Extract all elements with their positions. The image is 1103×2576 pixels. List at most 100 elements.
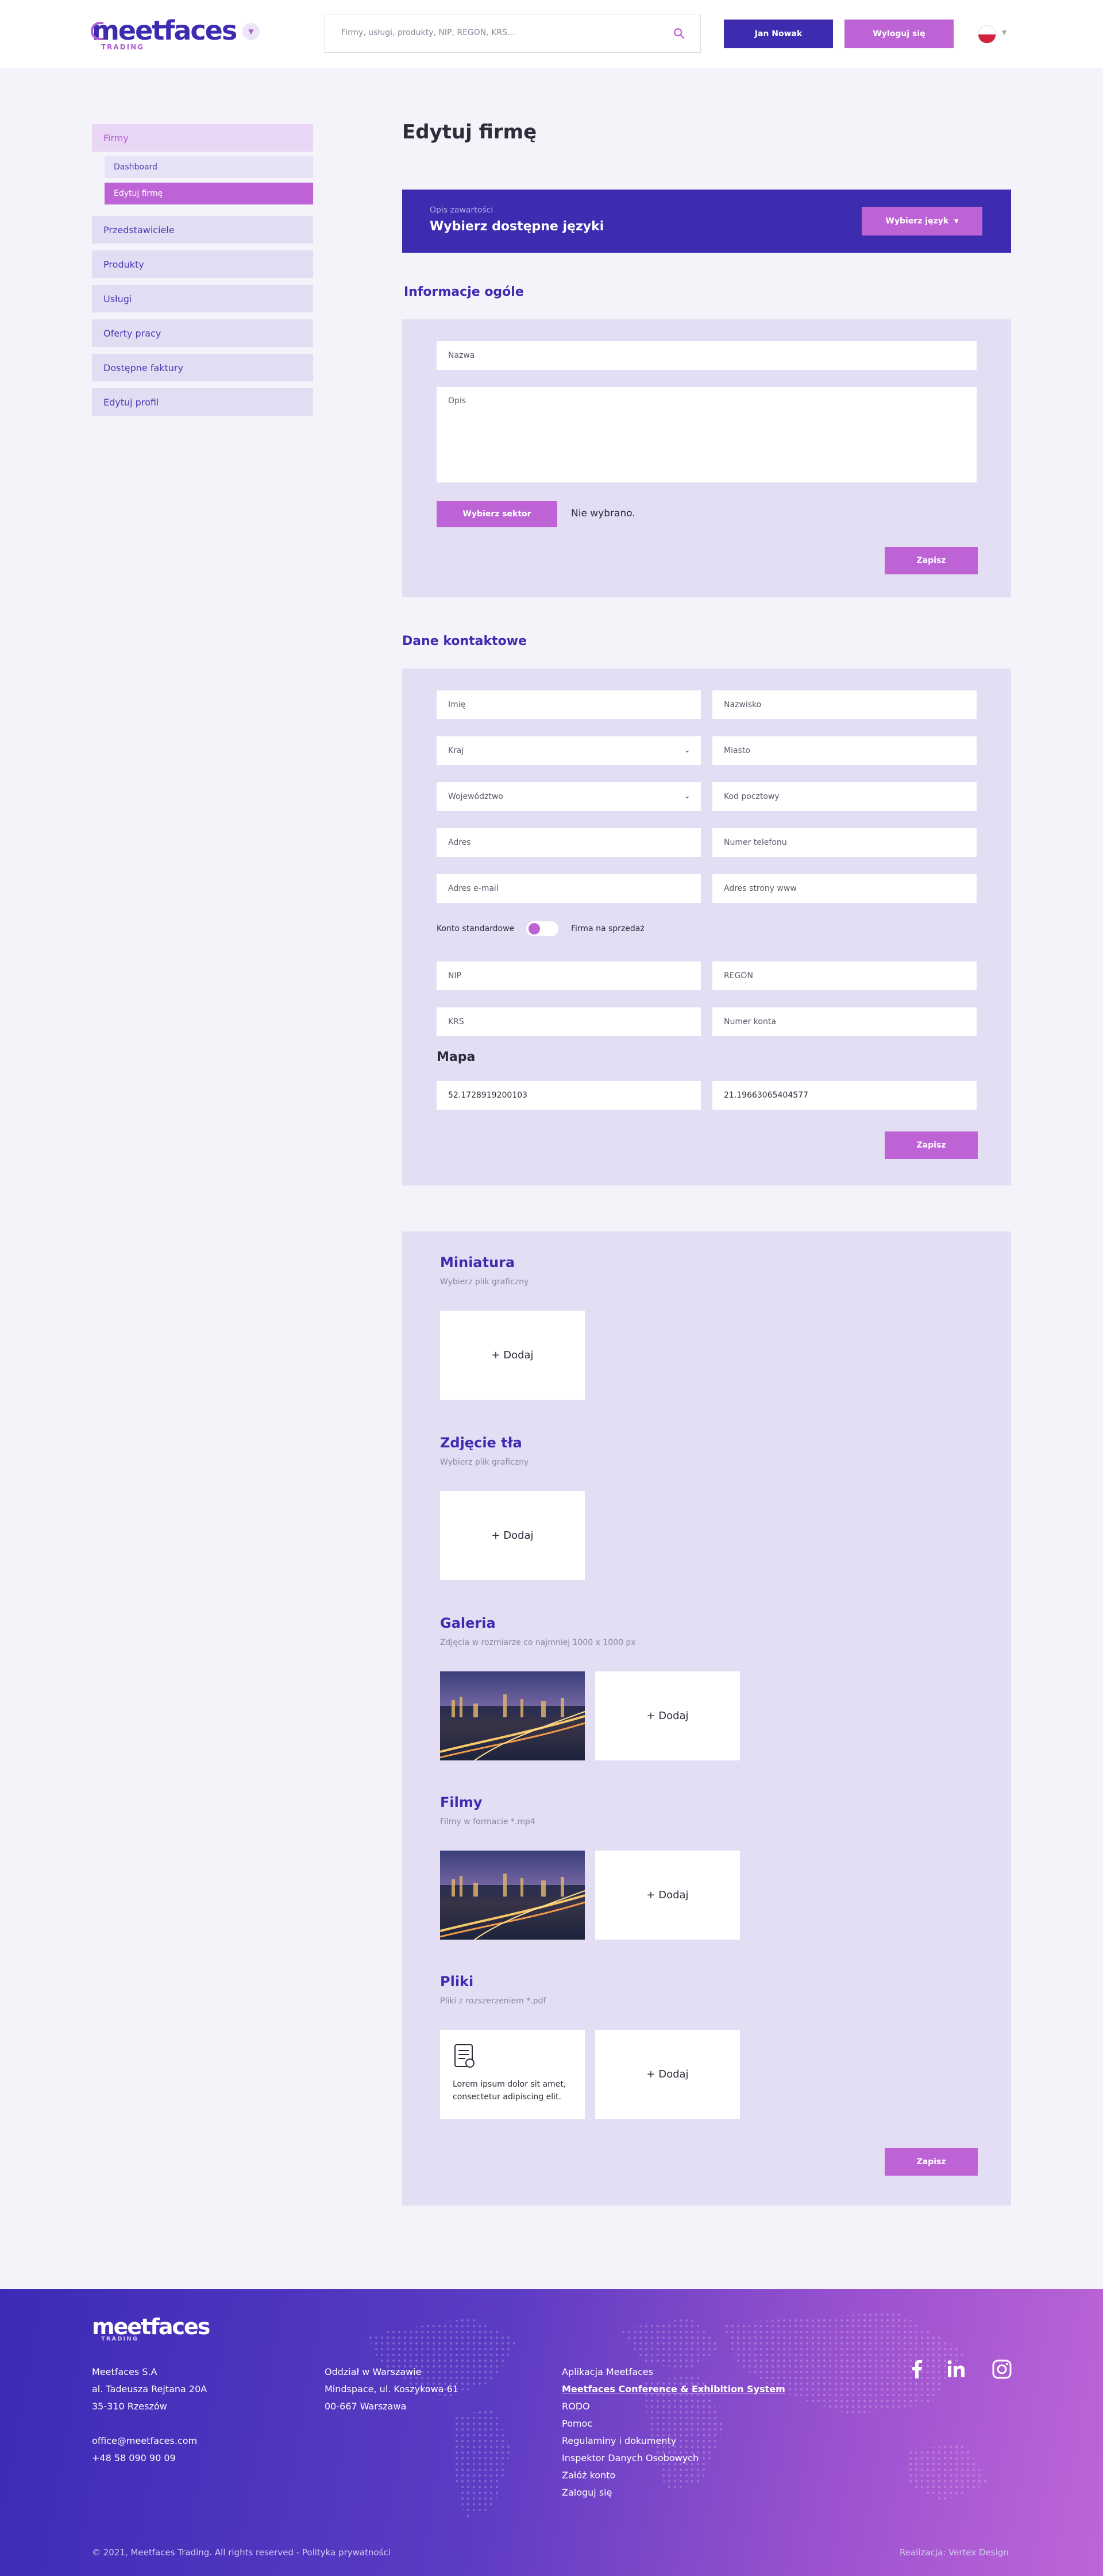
province-select[interactable]: Województwo ⌄ <box>437 782 701 811</box>
sidebar-item-dashboard[interactable]: Dashboard <box>105 156 313 178</box>
language-bar-title: Wybierz dostępne języki <box>430 219 604 234</box>
document-icon <box>454 2044 475 2068</box>
background-hint: Wybierz plik graficzny <box>440 1458 529 1467</box>
choose-language-button[interactable]: Wybierz język ▼ <box>862 207 982 235</box>
save-contact-button[interactable]: Zapisz <box>885 1131 978 1159</box>
sidebar-item-services[interactable]: Usługi <box>92 285 313 312</box>
header: meetfaces TRADING ▼ Jan Nowak Wyloguj si… <box>0 0 1103 68</box>
file-item[interactable]: Lorem ipsum dolor sit amet, consectetur … <box>440 2030 585 2119</box>
address-field[interactable]: Adres <box>437 828 701 857</box>
footer-link-regulations[interactable]: Regulaminy i dokumenty <box>562 2432 785 2450</box>
save-media-button[interactable]: Zapisz <box>885 2148 978 2176</box>
footer-link-conference[interactable]: Meetfaces Conference & Exhibition System <box>562 2381 785 2398</box>
search-box <box>325 14 701 53</box>
thumbnail-title: Miniatura <box>440 1254 515 1270</box>
footer-email-link[interactable]: office@meetfaces.com <box>92 2432 197 2450</box>
footer-contact: office@meetfaces.com +48 58 090 90 09 <box>92 2432 197 2467</box>
email-field[interactable]: Adres e-mail <box>437 874 701 903</box>
background-title: Zdjęcie tła <box>440 1435 522 1451</box>
media-panel: Miniatura Wybierz plik graficzny + Dodaj… <box>402 1231 1011 2206</box>
city-field[interactable]: Miasto <box>712 736 977 765</box>
latitude-field[interactable]: 52.1728919200103 <box>437 1081 701 1110</box>
chevron-down-icon[interactable]: ▼ <box>242 23 260 40</box>
account-type-toggle[interactable] <box>526 921 558 936</box>
sidebar: Firmy Dashboard Edytuj firmę Przedstawic… <box>92 124 313 423</box>
footer-copyright[interactable]: © 2021, Meetfaces Trading. All rights re… <box>92 2547 391 2558</box>
choose-sector-button[interactable]: Wybierz sektor <box>437 501 557 527</box>
general-info-panel: Nazwa Opis Wybierz sektor Nie wybrano. Z… <box>402 319 1011 597</box>
gallery-hint: Zdjęcia w rozmiarze co najmniej 1000 x 1… <box>440 1638 636 1647</box>
postal-code-field[interactable]: Kod pocztowy <box>712 782 977 811</box>
footer-phone-link[interactable]: +48 58 090 90 09 <box>92 2450 197 2467</box>
add-background-button[interactable]: + Dodaj <box>440 1491 585 1580</box>
logo-text: meetfaces <box>92 15 237 46</box>
city-night-image <box>440 1851 585 1940</box>
sidebar-item-edit-company[interactable]: Edytuj firmę <box>105 183 313 204</box>
add-gallery-button[interactable]: + Dodaj <box>595 1671 740 1760</box>
standard-account-label: Konto standardowe <box>437 924 515 933</box>
gallery-title: Galeria <box>440 1615 496 1631</box>
footer-link-login[interactable]: Zaloguj się <box>562 2484 785 2501</box>
footer-link-app[interactable]: Aplikacja Meetfaces <box>562 2363 785 2381</box>
language-bar-label: Opis zawartości <box>430 206 493 215</box>
contact-title: Dane kontaktowe <box>402 634 527 648</box>
country-select-label: Kraj <box>448 746 464 755</box>
account-number-field[interactable]: Numer konta <box>712 1007 977 1036</box>
description-field[interactable]: Opis <box>437 387 977 482</box>
linkedin-icon[interactable] <box>944 2358 967 2381</box>
sidebar-item-invoices[interactable]: Dostępne faktury <box>92 354 313 381</box>
search-icon[interactable] <box>673 27 685 40</box>
files-title: Pliki <box>440 1973 474 1990</box>
sidebar-item-products[interactable]: Produkty <box>92 250 313 278</box>
footer: meetfaces TRADING Meetfaces S.A al. Tade… <box>0 2289 1103 2576</box>
instagram-icon[interactable] <box>990 2358 1013 2381</box>
sidebar-item-representatives[interactable]: Przedstawiciele <box>92 216 313 244</box>
gallery-image[interactable] <box>440 1671 585 1760</box>
footer-link-rodo[interactable]: RODO <box>562 2398 785 2415</box>
thumbnail-hint: Wybierz plik graficzny <box>440 1277 529 1287</box>
films-title: Filmy <box>440 1794 483 1810</box>
sector-value: Nie wybrano. <box>571 508 635 519</box>
add-film-button[interactable]: + Dodaj <box>595 1851 740 1940</box>
longitude-field[interactable]: 21.19663065404577 <box>712 1081 977 1110</box>
chevron-down-icon: ⌄ <box>684 791 691 801</box>
regon-field[interactable]: REGON <box>712 961 977 990</box>
language-chevron-icon[interactable]: ▼ <box>1002 29 1006 36</box>
file-description: Lorem ipsum dolor sit amet, consectetur … <box>453 2080 566 2102</box>
krs-field[interactable]: KRS <box>437 1007 701 1036</box>
sidebar-item-edit-profile[interactable]: Edytuj profil <box>92 388 313 416</box>
add-thumbnail-button[interactable]: + Dodaj <box>440 1311 585 1400</box>
facebook-icon[interactable] <box>905 2358 928 2381</box>
name-field[interactable]: Nazwa <box>437 341 977 370</box>
province-select-label: Województwo <box>448 792 503 801</box>
logout-button[interactable]: Wyloguj się <box>844 20 954 48</box>
footer-link-help[interactable]: Pomoc <box>562 2415 785 2432</box>
films-hint: Filmy w formacie *.mp4 <box>440 1817 535 1826</box>
add-file-button[interactable]: + Dodaj <box>595 2030 740 2119</box>
country-select[interactable]: Kraj ⌄ <box>437 736 701 765</box>
film-thumbnail[interactable] <box>440 1851 585 1940</box>
nip-field[interactable]: NIP <box>437 961 701 990</box>
logo[interactable]: meetfaces TRADING <box>91 15 237 51</box>
first-name-field[interactable]: Imię <box>437 690 701 719</box>
phone-field[interactable]: Numer telefonu <box>712 828 977 857</box>
city-night-image <box>440 1671 585 1760</box>
footer-branch-name: Oddział w Warszawie <box>325 2366 422 2377</box>
footer-branch-city: 00-667 Warszawa <box>325 2401 407 2412</box>
footer-street: al. Tadeusza Rejtana 20A <box>92 2384 207 2395</box>
save-general-button[interactable]: Zapisz <box>885 547 978 574</box>
footer-address-hq: Meetfaces S.A al. Tadeusza Rejtana 20A 3… <box>92 2363 207 2415</box>
sidebar-item-job-offers[interactable]: Oferty pracy <box>92 319 313 347</box>
footer-link-register[interactable]: Załóż konto <box>562 2467 785 2484</box>
footer-link-data-inspector[interactable]: Inspektor Danych Osobowych <box>562 2450 785 2467</box>
user-button[interactable]: Jan Nowak <box>724 20 833 48</box>
footer-logo-subtitle: TRADING <box>101 2336 138 2342</box>
website-field[interactable]: Adres strony www <box>712 874 977 903</box>
footer-city: 35-310 Rzeszów <box>92 2401 167 2412</box>
polish-flag-icon[interactable] <box>978 25 996 44</box>
last-name-field[interactable]: Nazwisko <box>712 690 977 719</box>
search-input[interactable] <box>325 14 647 51</box>
sidebar-item-companies[interactable]: Firmy <box>92 124 313 152</box>
footer-credits[interactable]: Realizacja: Vertex Design <box>900 2547 1009 2558</box>
language-bar: Opis zawartości Wybierz dostępne języki … <box>402 190 1011 253</box>
